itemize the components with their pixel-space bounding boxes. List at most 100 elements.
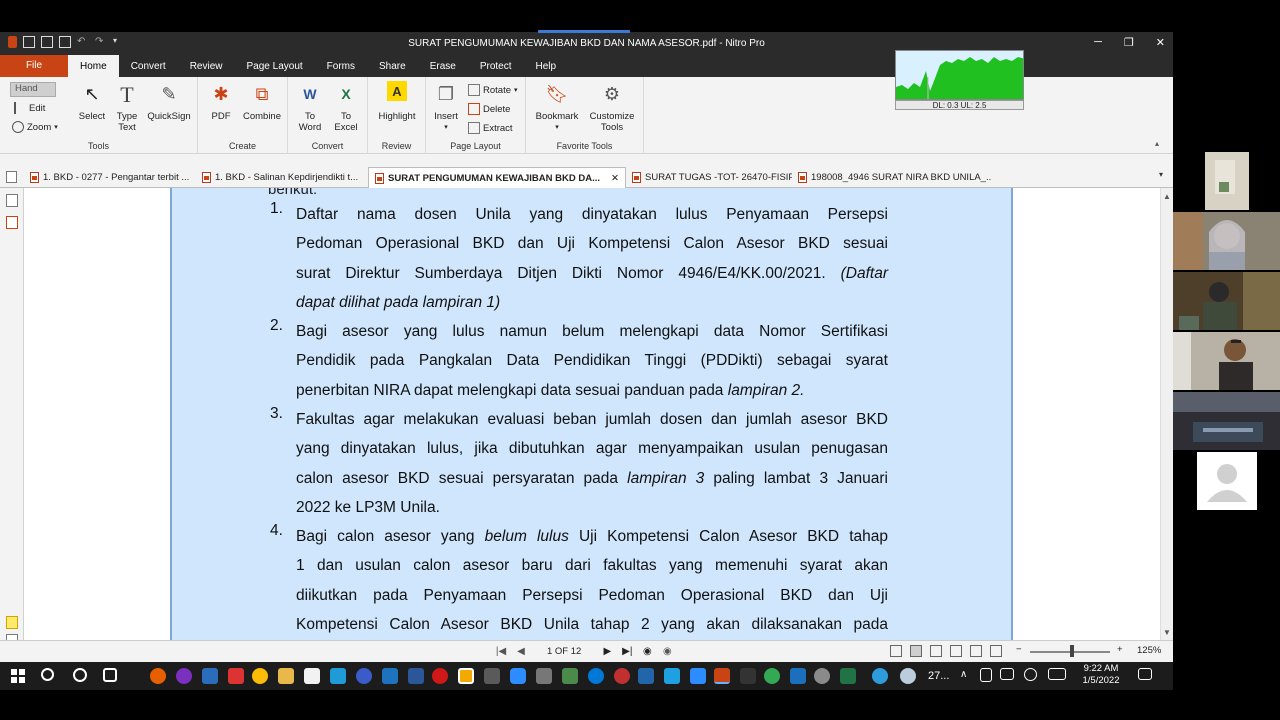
doc-tab[interactable]: 1. BKD - 0277 - Pengantar terbit ... xyxy=(24,167,196,188)
extract-button[interactable]: Extract xyxy=(468,122,513,134)
zoom-button[interactable]: Zoom ▾ xyxy=(12,121,58,133)
doc-tab[interactable]: SURAT TUGAS -TOT- 26470-FISIP xyxy=(626,167,792,188)
restore-button[interactable]: ❐ xyxy=(1124,36,1134,49)
app-icon[interactable] xyxy=(330,668,346,684)
firefox-icon[interactable] xyxy=(150,668,166,684)
next-page-icon[interactable]: ▶ xyxy=(601,644,613,658)
tab-list-icon[interactable] xyxy=(6,171,17,183)
app-icon[interactable] xyxy=(484,668,500,684)
chevron-up-icon[interactable]: ∧ xyxy=(960,669,967,680)
app-icon[interactable] xyxy=(664,668,680,684)
delete-button[interactable]: Delete xyxy=(468,103,510,115)
search-icon[interactable] xyxy=(41,668,54,681)
close-tab-icon[interactable]: ✕ xyxy=(611,173,619,184)
highlight-button[interactable]: A Highlight xyxy=(374,81,420,122)
tab-erase[interactable]: Erase xyxy=(418,55,468,77)
comments-panel-icon[interactable] xyxy=(6,616,18,629)
page-indicator[interactable]: 1 OF 12 xyxy=(535,645,593,658)
app-icon[interactable] xyxy=(638,668,654,684)
combine-button[interactable]: ⧉ Combine xyxy=(240,81,284,123)
file-tab[interactable]: File xyxy=(0,55,68,77)
app-icon[interactable] xyxy=(814,668,830,684)
edge-icon[interactable] xyxy=(588,668,604,684)
task-view-icon[interactable] xyxy=(103,668,117,682)
minimize-button[interactable]: ─ xyxy=(1094,36,1102,49)
participant-video[interactable] xyxy=(1173,392,1280,450)
rotate-button[interactable]: Rotate ▾ xyxy=(468,84,518,96)
printer-icon[interactable] xyxy=(536,668,552,684)
tab-share[interactable]: Share xyxy=(367,55,418,77)
tab-review[interactable]: Review xyxy=(178,55,235,77)
zoom-slider-thumb[interactable] xyxy=(1070,645,1074,657)
tab-home[interactable]: Home xyxy=(68,55,119,77)
last-page-icon[interactable]: ▶| xyxy=(621,644,633,658)
customize-tools-button[interactable]: ⚙ Customize Tools xyxy=(586,81,638,134)
quicksign-button[interactable]: ✎ QuickSign xyxy=(146,81,192,123)
pages-panel-icon[interactable] xyxy=(6,194,18,207)
hand-mode-button[interactable]: Hand xyxy=(10,82,56,97)
notification-icon[interactable] xyxy=(1138,668,1152,680)
vertical-scrollbar[interactable]: ▲ ▼ xyxy=(1160,188,1173,640)
app-icon[interactable] xyxy=(690,668,706,684)
tab-convert[interactable]: Convert xyxy=(119,55,178,77)
participant-video[interactable] xyxy=(1173,332,1280,390)
cortana-icon[interactable] xyxy=(73,668,87,682)
close-button[interactable]: ✕ xyxy=(1156,36,1165,49)
single-page-view-icon[interactable] xyxy=(890,645,902,657)
tab-page-layout[interactable]: Page Layout xyxy=(235,55,315,77)
app-icon[interactable] xyxy=(202,668,218,684)
participant-video[interactable] xyxy=(1205,152,1249,210)
collapse-ribbon-icon[interactable]: ▴ xyxy=(1155,139,1159,148)
participant-video[interactable] xyxy=(1173,212,1280,270)
fit-page-icon[interactable] xyxy=(970,645,982,657)
tab-protect[interactable]: Protect xyxy=(468,55,524,77)
scroll-up-icon[interactable]: ▲ xyxy=(1163,192,1171,201)
app-icon[interactable] xyxy=(458,668,474,684)
doc-tab[interactable]: 1. BKD - Salinan Kepdirjendikti t... xyxy=(196,167,368,188)
zoom-level[interactable]: 125% xyxy=(1137,645,1161,656)
doc-tab[interactable]: 198008_4946 SURAT NIRA BKD UNILA_... xyxy=(792,167,992,188)
app-icon[interactable] xyxy=(614,668,630,684)
weather-temp[interactable]: 27... xyxy=(928,670,949,682)
facing-continuous-view-icon[interactable] xyxy=(950,645,962,657)
zoom-out-icon[interactable]: − xyxy=(1016,644,1022,655)
app-icon[interactable] xyxy=(790,668,806,684)
pdf-button[interactable]: ✱ PDF xyxy=(208,81,234,123)
fit-width-icon[interactable] xyxy=(990,645,1002,657)
app-icon[interactable] xyxy=(562,668,578,684)
participant-video[interactable] xyxy=(1173,272,1280,330)
first-page-icon[interactable]: |◀ xyxy=(495,644,507,658)
select-button[interactable]: ↖ Select xyxy=(78,81,106,123)
zoom-in-icon[interactable]: + xyxy=(1117,644,1123,655)
windows-start-icon[interactable] xyxy=(11,669,25,683)
excel-taskbar-icon[interactable] xyxy=(840,668,856,684)
chrome-icon[interactable] xyxy=(252,668,268,684)
tab-help[interactable]: Help xyxy=(524,55,569,77)
zoom-meeting-icon[interactable] xyxy=(510,668,526,684)
app-icon[interactable] xyxy=(382,668,398,684)
document-viewport[interactable]: berikut: 1. Daftar nama dosen Unila yang… xyxy=(24,188,1160,640)
app-icon[interactable] xyxy=(764,668,780,684)
tray-app-icon[interactable] xyxy=(980,668,992,682)
edit-mode-button[interactable]: Edit xyxy=(14,102,45,114)
participant-video[interactable] xyxy=(1197,452,1257,510)
continuous-view-icon[interactable] xyxy=(910,645,922,657)
forward-view-icon[interactable]: ◉ xyxy=(661,644,673,658)
app-icon[interactable] xyxy=(304,668,320,684)
doc-tab-active[interactable]: SURAT PENGUMUMAN KEWAJIBAN BKD DA... ✕ xyxy=(368,167,626,188)
type-text-button[interactable]: T Type Text xyxy=(112,81,142,133)
back-view-icon[interactable]: ◉ xyxy=(641,644,653,658)
tab-forms[interactable]: Forms xyxy=(315,55,367,77)
app-icon[interactable] xyxy=(740,668,756,684)
keyboard-icon[interactable] xyxy=(1048,668,1066,680)
browser-icon[interactable] xyxy=(176,668,192,684)
facing-view-icon[interactable] xyxy=(930,645,942,657)
help-icon[interactable] xyxy=(872,668,888,684)
battery-icon[interactable] xyxy=(1000,668,1014,680)
previous-page-icon[interactable]: ◀ xyxy=(515,644,527,658)
to-word-button[interactable]: W To Word xyxy=(296,81,324,134)
tab-overflow-icon[interactable]: ▾ xyxy=(1159,170,1163,179)
nitro-pro-taskbar-icon[interactable] xyxy=(714,668,730,684)
app-icon[interactable] xyxy=(228,668,244,684)
scroll-down-icon[interactable]: ▼ xyxy=(1163,628,1171,637)
